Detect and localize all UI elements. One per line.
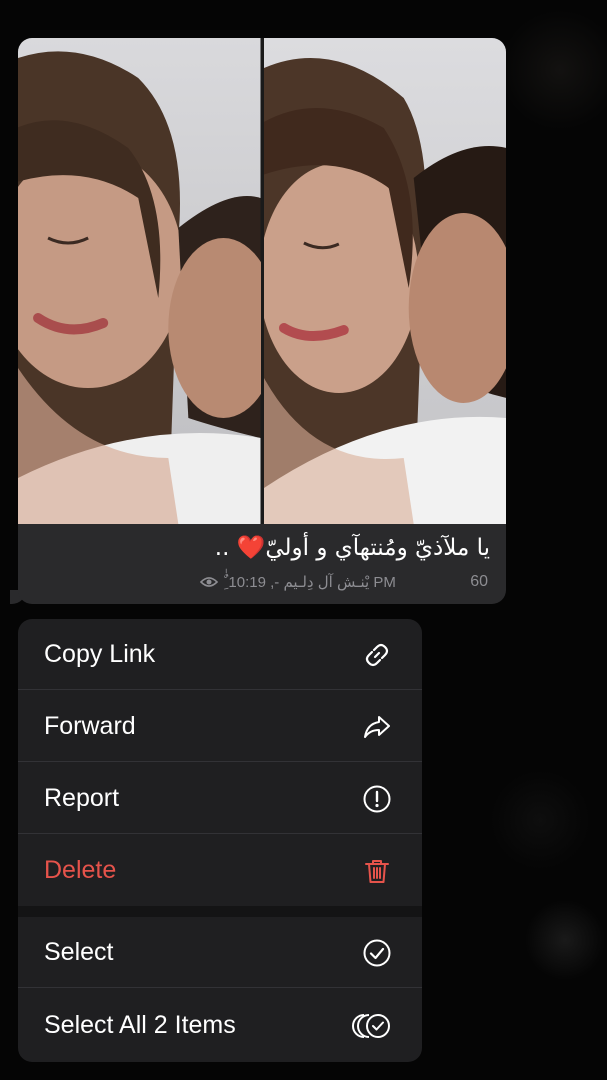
menu-item-label: Copy Link bbox=[44, 640, 156, 668]
divider bbox=[18, 833, 422, 834]
context-menu: Copy Link Forward Report Delete Select S… bbox=[18, 619, 422, 1062]
view-count: 60 bbox=[470, 573, 488, 590]
divider bbox=[18, 689, 422, 690]
exclamation-circle-icon bbox=[363, 785, 391, 812]
multi-select-icon bbox=[352, 1013, 390, 1038]
menu-item-select-all[interactable]: Select All 2 Items bbox=[18, 990, 422, 1061]
message-bubble[interactable]: يا ملآذيّ ومُنتهآي و أوليّ❤️ .. ٌٰ ِيْنـ… bbox=[18, 38, 506, 604]
menu-item-copy-link[interactable]: Copy Link bbox=[18, 619, 422, 690]
message-signature-time: ٌٰ ِيْنـش آل دِلـيم -, 10:19 PM bbox=[224, 574, 396, 591]
album-photo-2[interactable] bbox=[263, 38, 506, 524]
share-arrow-icon bbox=[364, 715, 390, 738]
menu-item-label: Forward bbox=[44, 712, 136, 740]
menu-item-label: Select bbox=[44, 938, 114, 966]
menu-section-gap bbox=[18, 906, 422, 917]
menu-item-select[interactable]: Select bbox=[18, 917, 422, 988]
link-icon bbox=[365, 643, 389, 666]
eye-icon bbox=[200, 577, 218, 587]
menu-item-report[interactable]: Report bbox=[18, 763, 422, 834]
checkmark-circle-icon bbox=[363, 939, 391, 966]
photo-image bbox=[18, 38, 261, 524]
album-photo-1[interactable] bbox=[18, 38, 261, 524]
message-meta: ٌٰ ِيْنـش آل دِلـيم -, 10:19 PM bbox=[200, 573, 396, 591]
photo-image bbox=[263, 38, 506, 524]
divider bbox=[18, 761, 422, 762]
menu-item-label: Select All 2 Items bbox=[44, 1011, 236, 1039]
divider bbox=[18, 987, 422, 988]
trash-icon bbox=[365, 859, 389, 883]
menu-item-label: Delete bbox=[44, 856, 117, 884]
message-caption: يا ملآذيّ ومُنتهآي و أوليّ❤️ .. bbox=[214, 535, 490, 561]
menu-item-label: Report bbox=[44, 784, 120, 812]
menu-item-delete[interactable]: Delete bbox=[18, 835, 422, 906]
photo-album[interactable] bbox=[18, 38, 506, 524]
menu-item-forward[interactable]: Forward bbox=[18, 691, 422, 762]
